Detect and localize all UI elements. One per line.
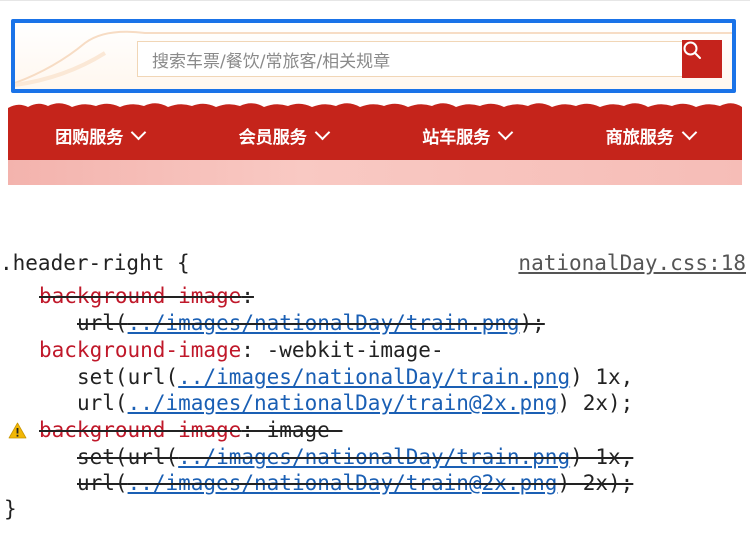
css-value-line: set(url(../images/nationalDay/train.png)… [77, 364, 633, 391]
main-nav: 团购服务 会员服务 站车服务 商旅服务 [8, 110, 742, 160]
page-top-border [0, 0, 750, 5]
css-value-line: url(../images/nationalDay/train@2x.png) … [77, 470, 633, 497]
header-right-highlight: 搜索车票/餐饮/常旅客/相关规章 [11, 19, 736, 93]
main-nav-area: 团购服务 会员服务 站车服务 商旅服务 [8, 100, 742, 186]
chevron-down-icon [681, 124, 698, 140]
header-right: 搜索车票/餐饮/常旅客/相关规章 [15, 23, 732, 89]
value-suffix: ) 1x, [570, 365, 634, 389]
nav-item-business-travel[interactable]: 商旅服务 [559, 123, 743, 148]
close-brace: } [4, 497, 17, 521]
nav-item-label: 团购服务 [55, 127, 124, 148]
value-suffix: ) 2x); [557, 391, 634, 415]
value-suffix: ) 2x); [557, 471, 634, 495]
search-input[interactable]: 搜索车票/餐饮/常旅客/相关规章 [137, 41, 687, 77]
nav-item-label: 站车服务 [422, 127, 491, 148]
css-declaration[interactable]: background-image: image- [39, 417, 342, 444]
css-value-line: set(url(../images/nationalDay/train.png)… [77, 444, 633, 471]
value-prefix: url( [77, 471, 128, 495]
nav-item-label: 会员服务 [238, 127, 307, 148]
rule-selector-line: .header-right { [0, 250, 190, 277]
search-icon [683, 41, 701, 59]
url-link[interactable]: ../images/nationalDay/train.png [178, 445, 570, 469]
source-link[interactable]: nationalDay.css:18 [518, 250, 746, 277]
value-prefix: set(url( [77, 365, 179, 389]
url-link[interactable]: ../images/nationalDay/train@2x.png [128, 391, 558, 415]
warning-icon[interactable] [8, 422, 27, 439]
open-brace: { [177, 251, 190, 275]
property-separator: : [241, 284, 254, 308]
value-suffix: ) 1x, [570, 445, 634, 469]
value-prefix: url( [77, 391, 128, 415]
nav-item-label: 商旅服务 [605, 127, 674, 148]
nav-item-station-train[interactable]: 站车服务 [375, 123, 559, 148]
search-placeholder: 搜索车票/餐饮/常旅客/相关规章 [152, 51, 391, 72]
value-suffix: ); [519, 311, 545, 335]
property-name: background-image [39, 418, 242, 442]
css-declaration[interactable]: background-image: [39, 283, 254, 310]
chevron-down-icon [130, 124, 147, 140]
url-link[interactable]: ../images/nationalDay/train.png [128, 311, 520, 335]
css-value-line: url(../images/nationalDay/train.png); [77, 310, 545, 337]
css-value-line: url(../images/nationalDay/train@2x.png) … [77, 390, 633, 417]
property-separator: : image- [241, 418, 343, 442]
url-link[interactable]: ../images/nationalDay/train.png [178, 365, 570, 389]
chevron-down-icon [497, 124, 514, 140]
value-prefix: url( [77, 311, 128, 335]
banner-strip [8, 160, 742, 185]
search-button[interactable] [682, 40, 722, 78]
property-name: background-image [39, 284, 242, 308]
url-link[interactable]: ../images/nationalDay/train@2x.png [128, 471, 558, 495]
nav-item-member[interactable]: 会员服务 [192, 123, 376, 148]
property-name: background-image [39, 338, 242, 362]
value-prefix: set(url( [77, 445, 179, 469]
chevron-down-icon [314, 124, 331, 140]
css-selector[interactable]: .header-right [0, 251, 164, 275]
property-separator: : -webkit-image- [241, 338, 444, 362]
css-declaration[interactable]: background-image: -webkit-image- [39, 337, 444, 364]
nav-item-group-buy[interactable]: 团购服务 [8, 123, 192, 148]
